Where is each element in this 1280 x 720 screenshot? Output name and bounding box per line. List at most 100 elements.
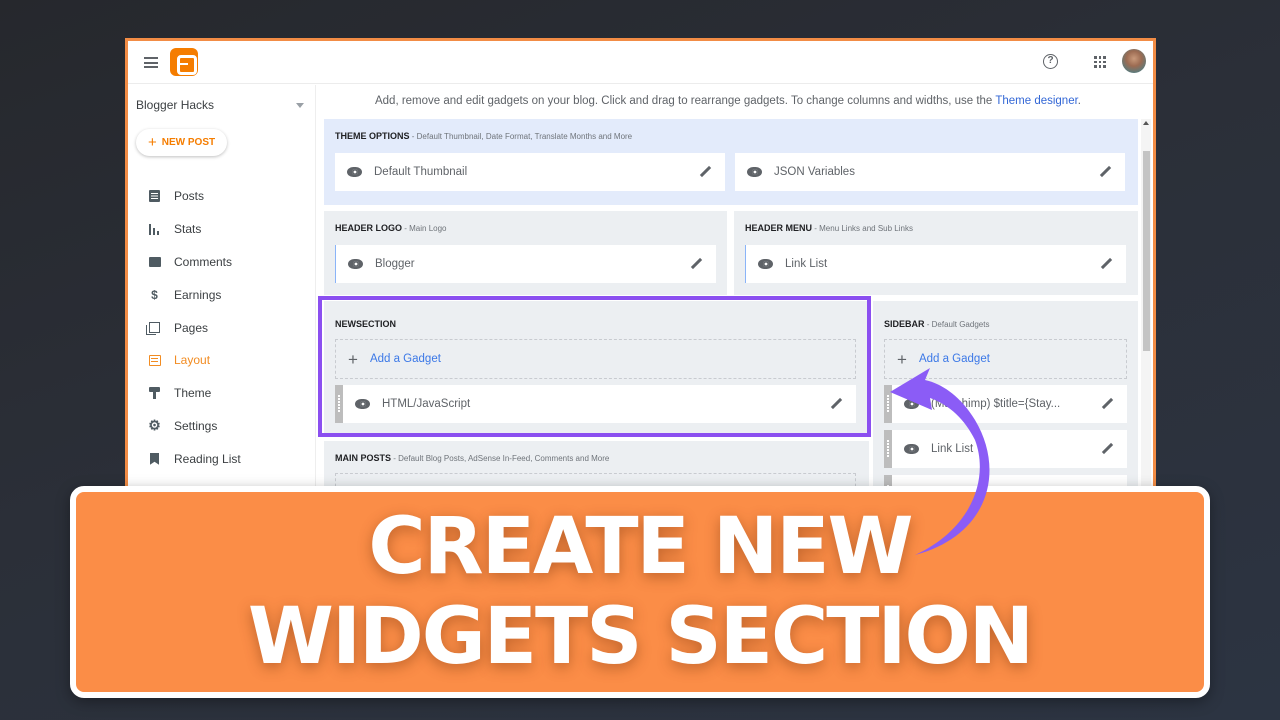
comments-icon xyxy=(148,255,161,268)
sidebar-item-theme[interactable]: Theme xyxy=(128,377,316,410)
banner-line-2: WIDGETS SECTION xyxy=(247,592,1034,682)
sidebar-item-pages[interactable]: Pages xyxy=(128,311,316,344)
dollar-icon: $ xyxy=(151,287,158,302)
sidebar-item-label: Theme xyxy=(174,386,212,401)
help-circle-icon[interactable]: ? xyxy=(1043,54,1058,69)
bookmark-icon xyxy=(148,452,161,465)
eye-icon[interactable] xyxy=(348,259,363,269)
sidebar-item-layout[interactable]: Layout xyxy=(128,344,316,377)
gadget-label: Link List xyxy=(931,443,974,455)
section-theme-options: THEME OPTIONS - Default Thumbnail, Date … xyxy=(324,119,1138,205)
add-gadget-label: Add a Gadget xyxy=(369,353,441,365)
sidebar-item-comments[interactable]: Comments xyxy=(128,246,316,279)
drag-handle[interactable] xyxy=(884,385,892,423)
sidebar-item-label: Layout xyxy=(174,353,211,368)
add-gadget-button[interactable]: + Add a Gadget xyxy=(335,339,856,379)
edit-pencil-icon[interactable] xyxy=(830,398,842,410)
gadget-default-thumbnail[interactable]: Default Thumbnail xyxy=(335,153,725,191)
paint-roller-icon xyxy=(148,387,161,400)
gadget-label: (Mailchimp) $title={Stay... xyxy=(931,398,1061,410)
blog-selector[interactable]: Blogger Hacks xyxy=(136,98,306,116)
section-title: HEADER LOGO - Main Logo xyxy=(335,223,447,233)
section-header-menu: HEADER MENU - Menu Links and Sub Links L… xyxy=(734,211,1138,295)
eye-icon[interactable] xyxy=(747,167,762,177)
sidebar-nav: Posts Stats Comments $ Earnings Pages La… xyxy=(128,180,316,475)
banner-line-1: CREATE NEW xyxy=(368,502,913,592)
gadget-label: HTML/JavaScript xyxy=(382,398,471,410)
plus-icon: + xyxy=(148,134,157,151)
layout-icon xyxy=(148,354,161,367)
edit-pencil-icon[interactable] xyxy=(690,258,702,270)
edit-pencil-icon[interactable] xyxy=(1099,166,1111,178)
sidebar-item-earnings[interactable]: $ Earnings xyxy=(128,278,316,311)
section-header-logo: HEADER LOGO - Main Logo Blogger xyxy=(324,211,727,295)
add-gadget-label: Add a Gadget xyxy=(918,353,990,365)
plus-icon: + xyxy=(348,349,358,369)
section-newsection: NEWSECTION + Add a Gadget HTML/JavaScrip… xyxy=(324,301,869,435)
section-title: THEME OPTIONS - Default Thumbnail, Date … xyxy=(335,131,633,141)
browser-frame: ? Blogger Hacks + NEW POST Posts Stats C… xyxy=(125,38,1156,498)
apps-grid-icon[interactable] xyxy=(1094,56,1106,68)
edit-pencil-icon[interactable] xyxy=(1101,443,1113,455)
section-title: SIDEBAR - Default Gadgets xyxy=(884,319,990,329)
scrollbar-thumb[interactable] xyxy=(1143,151,1150,351)
sidebar-item-label: Pages xyxy=(174,320,209,335)
title-banner: CREATE NEW WIDGETS SECTION xyxy=(70,486,1210,698)
sidebar-item-label: Settings xyxy=(174,418,218,433)
intro-text: Add, remove and edit gadgets on your blo… xyxy=(374,95,996,107)
layout-main: Add, remove and edit gadgets on your blo… xyxy=(317,85,1153,495)
gadget-label: Link List xyxy=(785,258,828,270)
eye-icon[interactable] xyxy=(355,399,370,409)
banner-title: CREATE NEW WIDGETS SECTION xyxy=(76,502,1204,682)
gadget-html-javascript[interactable]: HTML/JavaScript xyxy=(335,385,856,423)
sidebar-item-label: Stats xyxy=(174,222,202,237)
sidebar: Blogger Hacks + NEW POST Posts Stats Com… xyxy=(128,85,316,495)
scroll-up-icon[interactable] xyxy=(1143,121,1149,125)
add-gadget-button[interactable]: + Add a Gadget xyxy=(884,339,1127,379)
sidebar-item-label: Reading List xyxy=(174,451,241,466)
section-title: NEWSECTION xyxy=(335,319,397,329)
theme-designer-link[interactable]: Theme designer xyxy=(995,95,1077,107)
stats-icon xyxy=(148,223,161,236)
gadget-link-list[interactable]: Link List xyxy=(745,245,1126,283)
drag-handle[interactable] xyxy=(884,430,892,468)
intro-end: . xyxy=(1077,95,1081,107)
sidebar-item-label: Comments xyxy=(174,254,233,269)
new-post-button[interactable]: + NEW POST xyxy=(136,129,227,156)
sidebar-item-posts[interactable]: Posts xyxy=(128,180,316,213)
drag-handle[interactable] xyxy=(335,385,343,423)
edit-pencil-icon[interactable] xyxy=(699,166,711,178)
hamburger-icon[interactable] xyxy=(144,57,158,68)
sidebar-item-settings[interactable]: ⚙ Settings xyxy=(128,410,316,443)
gadget-label: Blogger xyxy=(375,258,415,270)
posts-icon xyxy=(148,190,161,203)
eye-icon[interactable] xyxy=(904,399,919,409)
sidebar-item-label: Earnings xyxy=(174,287,222,302)
sidebar-item-reading-list[interactable]: Reading List xyxy=(128,442,316,475)
eye-icon[interactable] xyxy=(904,444,919,454)
gadget-json-variables[interactable]: JSON Variables xyxy=(735,153,1125,191)
gadget-blogger[interactable]: Blogger xyxy=(335,245,716,283)
blogger-logo-icon[interactable] xyxy=(170,48,198,76)
eye-icon[interactable] xyxy=(758,259,773,269)
gadget-label: JSON Variables xyxy=(774,166,855,178)
section-sidebar: SIDEBAR - Default Gadgets + Add a Gadget… xyxy=(873,301,1138,495)
section-title: HEADER MENU - Menu Links and Sub Links xyxy=(745,223,913,233)
sidebar-item-stats[interactable]: Stats xyxy=(128,213,316,246)
gadget-label: Default Thumbnail xyxy=(374,166,468,178)
pages-icon xyxy=(146,321,161,336)
eye-icon[interactable] xyxy=(347,167,362,177)
layout-intro: Add, remove and edit gadgets on your blo… xyxy=(317,95,1139,107)
edit-pencil-icon[interactable] xyxy=(1101,398,1113,410)
plus-icon: + xyxy=(897,349,907,369)
gadget-mailchimp[interactable]: (Mailchimp) $title={Stay... xyxy=(884,385,1127,423)
new-post-label: NEW POST xyxy=(161,137,216,148)
gadget-link-list-sidebar[interactable]: Link List xyxy=(884,430,1127,468)
sidebar-item-label: Posts xyxy=(174,189,205,204)
gear-icon: ⚙ xyxy=(148,417,161,434)
blog-name: Blogger Hacks xyxy=(136,98,215,112)
chevron-down-icon xyxy=(296,103,304,108)
user-avatar[interactable] xyxy=(1122,49,1146,73)
section-title: MAIN POSTS - Default Blog Posts, AdSense… xyxy=(335,453,610,463)
edit-pencil-icon[interactable] xyxy=(1100,258,1112,270)
